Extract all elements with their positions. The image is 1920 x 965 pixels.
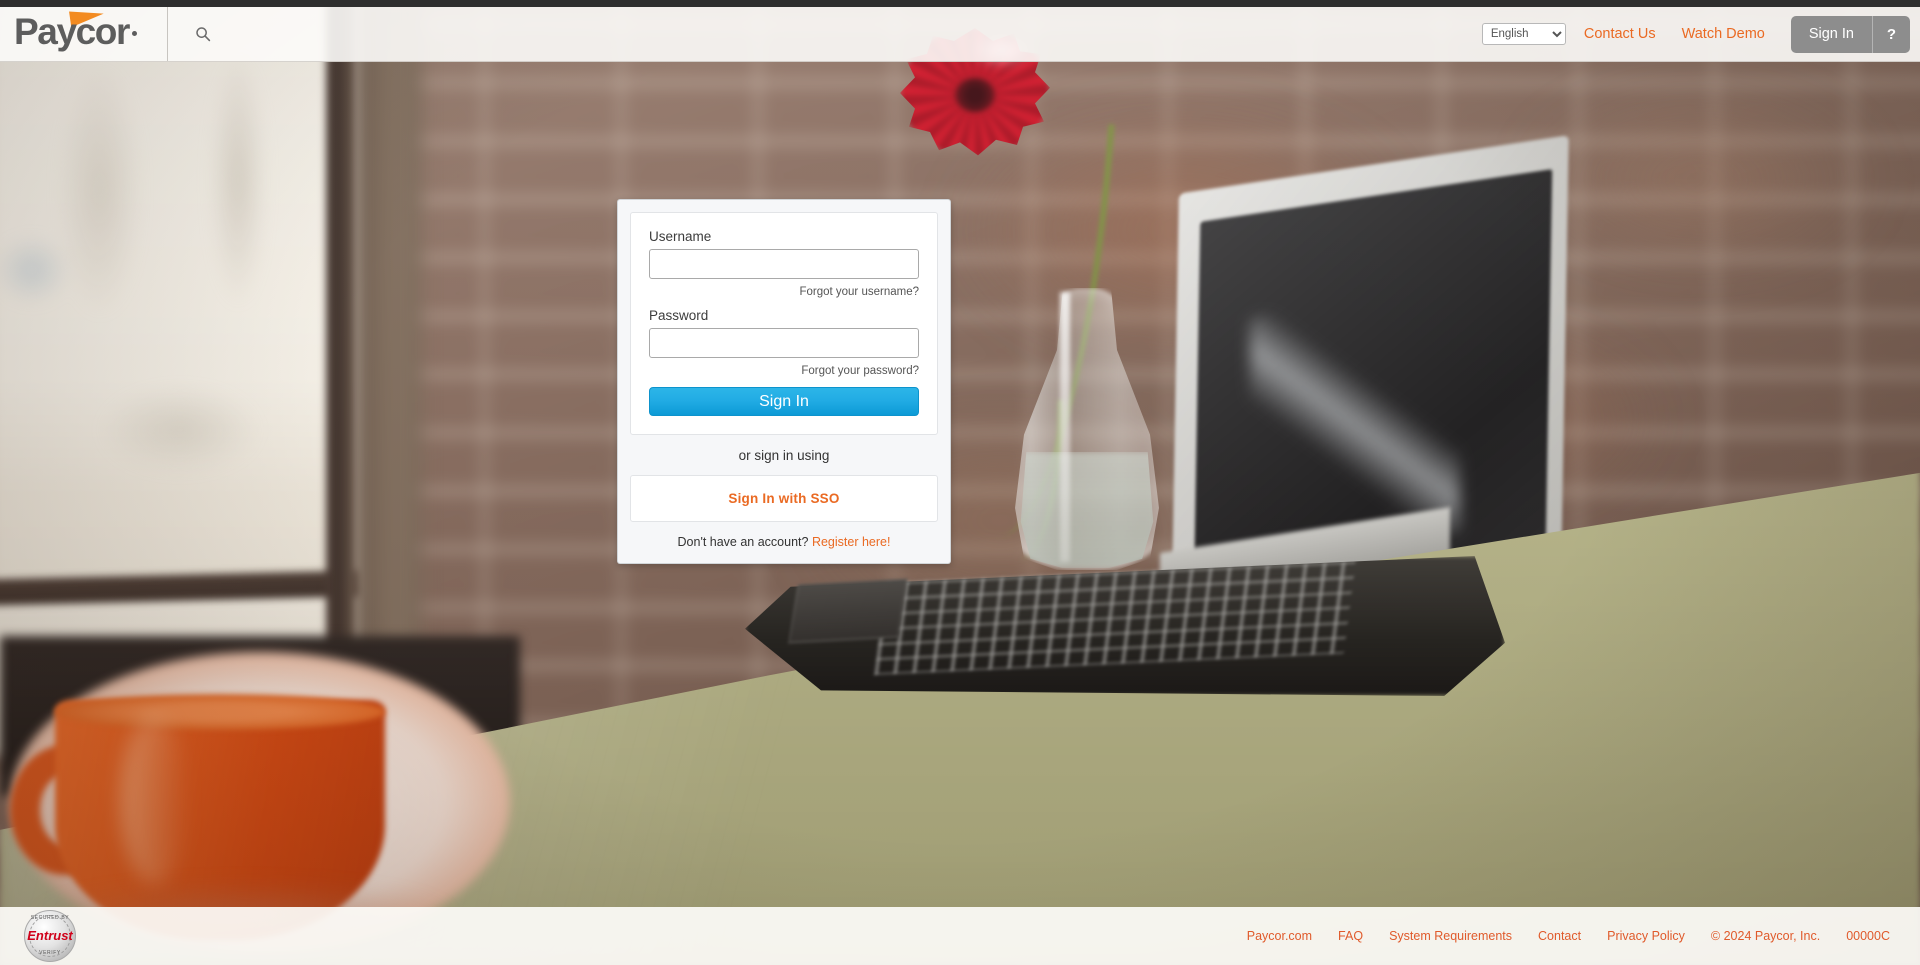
page-footer: SECURED BY Entrust VERIFY Paycor.com FAQ… bbox=[0, 907, 1920, 965]
forgot-password-row: Forgot your password? bbox=[649, 361, 919, 379]
search-icon bbox=[196, 27, 211, 42]
login-page: Paycor English Español Français Contact … bbox=[0, 0, 1920, 965]
logo-registered-dot bbox=[132, 31, 138, 36]
window-reveal bbox=[352, 0, 422, 710]
footer-links: Paycor.com FAQ System Requirements Conta… bbox=[1221, 929, 1890, 943]
register-row: Don't have an account? Register here! bbox=[630, 535, 938, 549]
forgot-password-link[interactable]: Forgot your password? bbox=[801, 365, 919, 377]
or-sign-in-using-text: or sign in using bbox=[738, 448, 830, 463]
password-label: Password bbox=[649, 308, 709, 323]
nav-link-contact-us[interactable]: Contact Us bbox=[1584, 26, 1656, 42]
footer-link-system-requirements[interactable]: System Requirements bbox=[1389, 929, 1512, 943]
cup-highlight bbox=[120, 715, 190, 885]
browser-top-edge bbox=[0, 0, 1920, 7]
sign-in-button[interactable]: Sign In bbox=[649, 387, 919, 416]
header-left-group: Paycor bbox=[0, 6, 216, 61]
entrust-top-text: SECURED BY bbox=[30, 915, 70, 921]
paycor-logo[interactable]: Paycor bbox=[14, 6, 138, 61]
page-header: Paycor English Español Français Contact … bbox=[0, 6, 1920, 62]
password-input[interactable] bbox=[649, 328, 919, 358]
flower-center bbox=[955, 78, 995, 112]
vase-water bbox=[1020, 452, 1154, 568]
register-prompt-text: Don't have an account? bbox=[677, 535, 809, 549]
header-help-button[interactable]: ? bbox=[1872, 15, 1910, 53]
register-here-link[interactable]: Register here! bbox=[812, 535, 891, 549]
footer-link-paycor-com[interactable]: Paycor.com bbox=[1247, 929, 1312, 943]
username-input[interactable] bbox=[649, 249, 919, 279]
sign-in-with-sso-button[interactable]: Sign In with SSO bbox=[630, 475, 938, 522]
footer-link-privacy-policy[interactable]: Privacy Policy bbox=[1607, 929, 1685, 943]
credentials-panel: Username Forgot your username? Password … bbox=[630, 212, 938, 435]
header-button-group: Sign In ? bbox=[1790, 15, 1920, 53]
forgot-username-row: Forgot your username? bbox=[649, 282, 919, 300]
login-card: Username Forgot your username? Password … bbox=[617, 199, 951, 564]
build-code-text: 00000C bbox=[1846, 929, 1890, 943]
vase-edge-highlight bbox=[1060, 292, 1070, 562]
entrust-name-text: Entrust bbox=[27, 928, 73, 943]
footer-link-contact[interactable]: Contact bbox=[1538, 929, 1581, 943]
footer-link-faq[interactable]: FAQ bbox=[1338, 929, 1363, 943]
copyright-text: © 2024 Paycor, Inc. bbox=[1710, 929, 1821, 943]
language-select[interactable]: English Español Français bbox=[1481, 23, 1566, 45]
entrust-secured-badge[interactable]: SECURED BY Entrust VERIFY bbox=[22, 908, 78, 964]
entrust-bottom-text: VERIFY bbox=[39, 950, 61, 956]
laptop-trackpad bbox=[788, 578, 908, 644]
header-sign-in-button[interactable]: Sign In bbox=[1790, 15, 1872, 53]
header-divider bbox=[167, 7, 169, 61]
username-label: Username bbox=[649, 229, 712, 244]
search-button[interactable] bbox=[190, 21, 216, 47]
nav-link-watch-demo[interactable]: Watch Demo bbox=[1682, 26, 1765, 42]
logo-wordmark: Paycor bbox=[14, 11, 130, 52]
cup-rim bbox=[55, 694, 385, 730]
header-right-group: English Español Français Contact Us Watc… bbox=[1481, 7, 1920, 61]
forgot-username-link[interactable]: Forgot your username? bbox=[799, 286, 919, 298]
